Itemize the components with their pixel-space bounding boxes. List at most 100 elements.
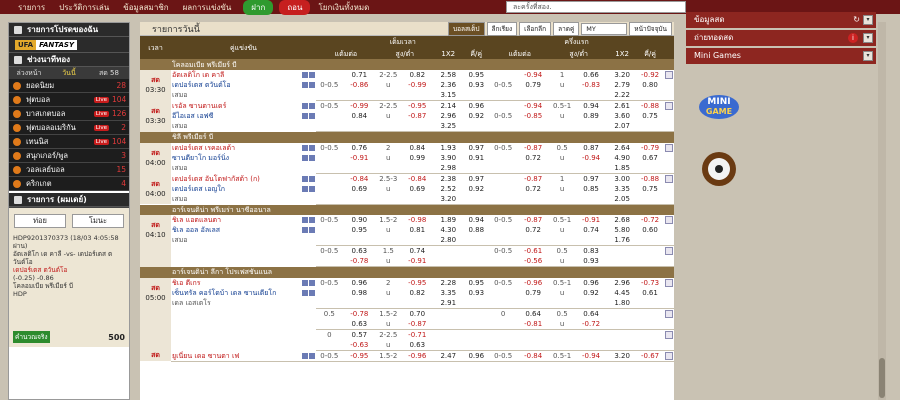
- odds-cell[interactable]: 0.92: [463, 111, 490, 121]
- odds-cell[interactable]: -0.87: [517, 215, 550, 225]
- tv-icon[interactable]: [301, 154, 308, 161]
- tv-icon[interactable]: [301, 72, 308, 78]
- odds-cell[interactable]: 0.72: [517, 184, 550, 194]
- odds-cell[interactable]: -0.83: [575, 80, 608, 90]
- team-name[interactable]: เสมอ: [171, 162, 316, 174]
- tv-icon[interactable]: [301, 279, 308, 286]
- tab-live[interactable]: สด 58: [89, 68, 129, 79]
- team-name[interactable]: [171, 318, 316, 330]
- collapse-icon[interactable]: ▾: [863, 51, 873, 61]
- odds-cell[interactable]: 0.95: [343, 225, 376, 235]
- league-row[interactable]: อาร์เจนติน่า พรีเมร่า นาซีออนาล: [140, 204, 674, 215]
- odds-cell[interactable]: 1.85: [607, 162, 637, 174]
- tv-icon[interactable]: [301, 289, 308, 296]
- odds-cell[interactable]: -0.87: [400, 318, 434, 330]
- odds-cell[interactable]: 2.79: [608, 80, 637, 90]
- filter-select-league[interactable]: เลือกลีก: [519, 22, 552, 36]
- stats-chart-icon[interactable]: [664, 329, 674, 340]
- odds-cell[interactable]: -0.72: [574, 318, 608, 330]
- odds-cell[interactable]: 0.82: [401, 70, 434, 80]
- odds-cell[interactable]: -0.71: [401, 329, 434, 340]
- stats-chart-icon[interactable]: [664, 143, 674, 153]
- sport-item[interactable]: เทนนิส Live 104: [9, 135, 129, 149]
- stats-chart-icon[interactable]: [663, 256, 674, 267]
- odds-cell[interactable]: 0.72: [517, 225, 550, 235]
- withdraw-button[interactable]: ถอน: [279, 0, 311, 15]
- live-stream-bar[interactable]: ถ่ายทอดสด i ▾: [686, 30, 876, 46]
- league-refresh-icon[interactable]: [663, 131, 674, 143]
- odds-cell[interactable]: 0.79: [517, 80, 550, 90]
- odds-cell[interactable]: -0.95: [401, 101, 434, 112]
- league-row[interactable]: อาร์เจนติน่า ลีกา โปรเฟสชันแนล: [140, 266, 674, 278]
- odds-cell[interactable]: 4.30: [434, 225, 463, 235]
- odds-cell[interactable]: 0.98: [343, 288, 376, 298]
- mini-games-bar[interactable]: Mini Games ▾: [686, 48, 876, 64]
- team-name[interactable]: [171, 339, 316, 351]
- odds-cell[interactable]: -0.88: [637, 101, 664, 112]
- odds-cell[interactable]: 0.57: [343, 329, 376, 340]
- stats-chart-icon[interactable]: [664, 288, 674, 298]
- stats-icon[interactable]: [308, 154, 315, 161]
- odds-cell[interactable]: 0.83: [575, 246, 608, 257]
- odds-cell[interactable]: 1.80: [607, 297, 637, 309]
- collapse-icon[interactable]: ▾: [863, 15, 873, 25]
- stats-chart-icon[interactable]: [664, 278, 674, 288]
- odds-cell[interactable]: 0.74: [401, 246, 434, 257]
- stats-icon[interactable]: [308, 289, 315, 296]
- team-name[interactable]: ชิเอ ตีเกร: [171, 278, 316, 288]
- league-refresh-icon[interactable]: [663, 266, 674, 278]
- nav-member-info[interactable]: ข้อมูลสมาชิก: [117, 1, 174, 14]
- odds-cell[interactable]: 2.96: [608, 278, 637, 288]
- odds-cell[interactable]: 2.36: [434, 80, 463, 90]
- odds-cell[interactable]: 0.99: [401, 153, 434, 163]
- odds-cell[interactable]: 3.00: [608, 173, 637, 184]
- team-name[interactable]: ซานตียาโก มอร์นิ่ง: [171, 153, 316, 163]
- odds-cell[interactable]: 4.45: [608, 288, 637, 298]
- odds-cell[interactable]: 0.87: [575, 143, 608, 153]
- odds-cell[interactable]: 0.91: [463, 153, 490, 163]
- team-name[interactable]: ชิเล ออล อัลเลส: [171, 225, 316, 235]
- scrollbar[interactable]: [878, 22, 886, 400]
- odds-cell[interactable]: 2.68: [608, 215, 637, 225]
- odds-cell[interactable]: -0.84: [343, 173, 376, 184]
- stats-icon[interactable]: [308, 227, 315, 233]
- odds-cell[interactable]: 0.67: [637, 153, 664, 163]
- odds-cell[interactable]: 3.90: [434, 153, 463, 163]
- stats-icon[interactable]: [308, 185, 315, 192]
- odds-cell[interactable]: -0.95: [401, 278, 434, 288]
- fantasy-banner[interactable]: UFA FANTASY: [9, 37, 129, 53]
- odds-cell[interactable]: -0.67: [636, 350, 664, 362]
- odds-cell[interactable]: 0.88: [463, 225, 490, 235]
- odds-cell[interactable]: 0.93: [463, 288, 490, 298]
- team-name[interactable]: เสมอ: [171, 235, 316, 246]
- odds-cell[interactable]: 2.38: [434, 173, 463, 184]
- team-name[interactable]: [171, 329, 316, 340]
- odds-cell[interactable]: 0.69: [343, 184, 376, 194]
- tv-icon[interactable]: [301, 185, 308, 192]
- odds-cell[interactable]: -0.85: [517, 111, 550, 121]
- sport-item[interactable]: คริกเกต 4: [9, 177, 129, 191]
- odds-cell[interactable]: -0.99: [343, 101, 376, 112]
- odds-cell[interactable]: 0.93: [463, 80, 490, 90]
- tv-icon[interactable]: [301, 217, 308, 223]
- odds-cell[interactable]: 0.82: [401, 288, 434, 298]
- odds-cell[interactable]: -0.73: [637, 278, 664, 288]
- odds-cell[interactable]: 5.80: [608, 225, 637, 235]
- team-name[interactable]: เรอัล ซานตานเดร์: [171, 101, 316, 112]
- team-name[interactable]: เดปอร์เตส เรคอเลต้า: [171, 143, 316, 153]
- odds-cell[interactable]: -0.87: [517, 143, 550, 153]
- odds-cell[interactable]: -0.87: [517, 173, 550, 184]
- odds-cell[interactable]: -0.84: [401, 173, 434, 184]
- stats-icon[interactable]: [308, 352, 315, 359]
- odds-cell[interactable]: 0.97: [463, 173, 490, 184]
- betslip-button-1[interactable]: ท่อย: [14, 214, 66, 228]
- odds-cell[interactable]: 0.94: [575, 101, 608, 112]
- stats-chart-icon[interactable]: [664, 173, 674, 184]
- stats-icon[interactable]: [308, 72, 315, 78]
- odds-cell[interactable]: -0.79: [637, 143, 664, 153]
- league-row[interactable]: ชิลี พรีเมียร์ บี: [140, 131, 674, 143]
- live-info-bar[interactable]: ข้อมูลสด ↻ ▾: [686, 12, 876, 28]
- team-name[interactable]: เดปอร์เตส อันโตฟากัสต้า (ก): [171, 173, 316, 184]
- odds-cell[interactable]: 3.25: [433, 121, 463, 132]
- tab-today[interactable]: วันนี้: [49, 68, 89, 79]
